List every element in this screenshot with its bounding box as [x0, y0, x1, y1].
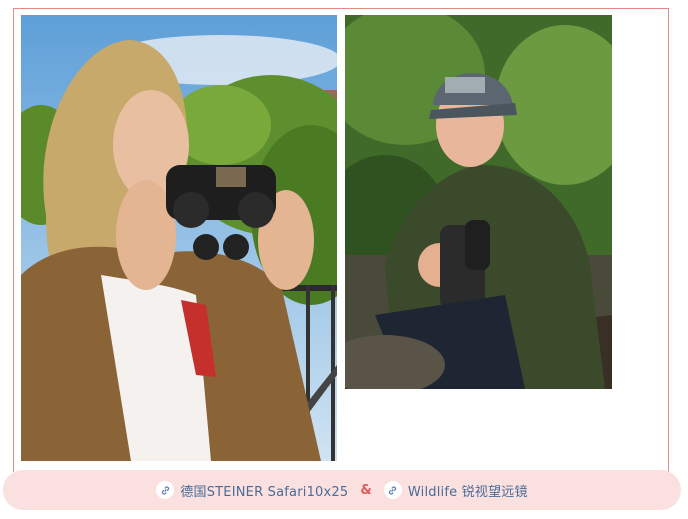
related-links-bar: 德国STEINER Safari10x25 & Wildlife 锐视望远镜: [3, 470, 681, 510]
wildlife-link[interactable]: Wildlife 锐视望远镜: [383, 481, 528, 500]
steiner-safari-link-label: 德国STEINER Safari10x25: [180, 484, 349, 500]
man-with-binoculars-photo: [345, 15, 612, 389]
link-icon: [156, 481, 175, 499]
link-separator: &: [360, 482, 372, 498]
wildlife-link-label: Wildlife 锐视望远镜: [407, 484, 528, 500]
link-icon: [383, 481, 402, 499]
steiner-safari-link[interactable]: 德国STEINER Safari10x25: [156, 481, 348, 500]
woman-with-binoculars-photo: [21, 15, 337, 461]
